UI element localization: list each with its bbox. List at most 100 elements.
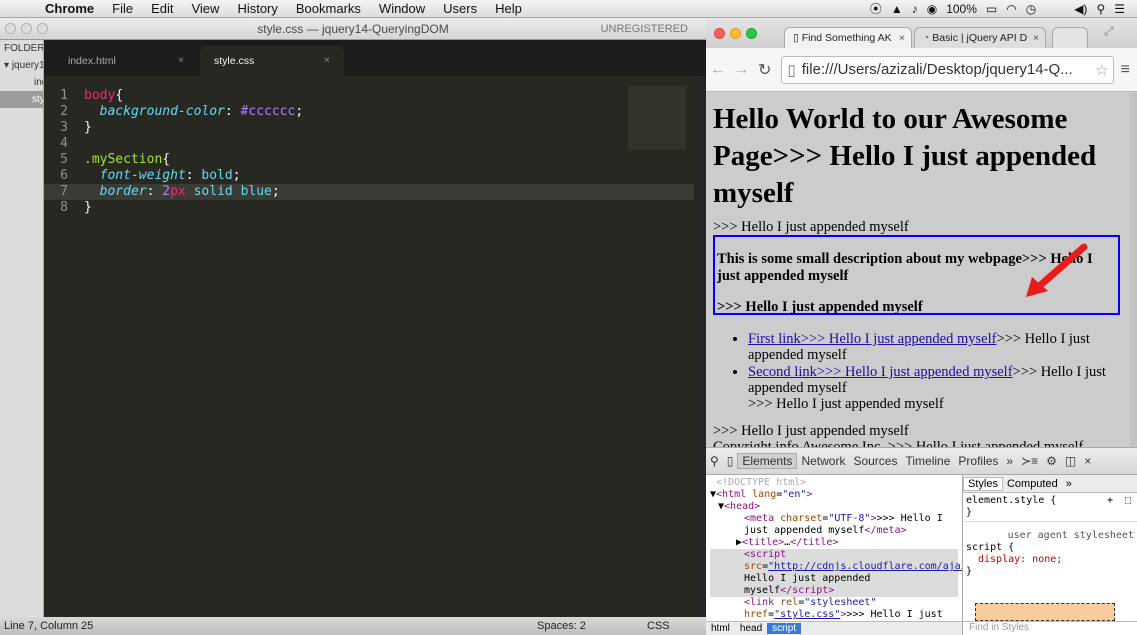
unregistered-label: UNREGISTERED <box>600 22 688 35</box>
toggle-state-icon[interactable]: ⬚ <box>1125 495 1131 507</box>
wifi-icon[interactable]: ◠ <box>1006 2 1016 16</box>
menu-file[interactable]: File <box>103 1 142 16</box>
tab-styles[interactable]: Styles <box>963 476 1003 491</box>
dom-node[interactable]: ▶<title>…</title> <box>710 537 958 549</box>
find-in-styles-input[interactable]: Find in Styles <box>962 621 1137 635</box>
add-rule-icon[interactable]: + <box>1107 495 1113 507</box>
tab-label: style.css <box>214 55 255 67</box>
crumb-script[interactable]: script <box>767 623 802 634</box>
close-tab-icon[interactable]: × <box>1033 32 1039 44</box>
code-editor[interactable]: 1 2 3 4 5 6 7 8 body{ background-color: … <box>44 76 694 617</box>
drive-icon[interactable]: ▲ <box>891 2 903 16</box>
tab-elements[interactable]: Elements <box>737 453 798 469</box>
chrome-menu-icon[interactable]: ≡ <box>1114 61 1137 79</box>
search-icon[interactable]: ⚲ <box>1096 2 1105 16</box>
minimize-window-icon[interactable] <box>730 28 741 39</box>
menu-help[interactable]: Help <box>486 1 531 16</box>
console-drawer-icon[interactable]: ≻≡ <box>1017 454 1042 468</box>
back-icon[interactable]: ← <box>706 61 730 79</box>
menu-history[interactable]: History <box>228 1 286 16</box>
rule-close: } <box>966 566 973 577</box>
sidebar-folder[interactable]: ▾ jquery14-QueryingDOM <box>0 57 43 74</box>
rule-close: } <box>966 507 973 518</box>
dom-node-selected[interactable]: <script src="http://cdnjs.cloudflare.com… <box>710 549 962 597</box>
sidebar-folder-label: jquery14-QueryingDOM <box>11 60 43 71</box>
styles-tabs: Styles Computed » <box>963 475 1137 493</box>
line-number: 7 <box>60 184 68 199</box>
close-tab-icon[interactable]: × <box>178 54 184 66</box>
fullscreen-icon[interactable]: ⤢ <box>1104 24 1114 39</box>
battery-label[interactable]: 100% <box>946 2 977 16</box>
menu-bookmarks[interactable]: Bookmarks <box>287 1 370 16</box>
crumb-head[interactable]: head <box>735 623 767 634</box>
list-icon[interactable]: ☰ <box>1114 2 1125 16</box>
menu-window[interactable]: Window <box>370 1 434 16</box>
sidebar-file-index[interactable]: index.html <box>0 74 43 91</box>
sidebar: FOLDERS ▾ jquery14-QueryingDOM index.htm… <box>0 40 44 617</box>
dock-icon[interactable]: ◫ <box>1061 454 1080 468</box>
tab-sources[interactable]: Sources <box>849 454 901 468</box>
device-mode-icon[interactable]: ▯ <box>723 454 738 468</box>
crumb-html[interactable]: html <box>706 623 735 634</box>
close-tab-icon[interactable]: × <box>324 54 330 66</box>
rule-selector: element.style { <box>966 495 1057 506</box>
volume-icon[interactable]: ◀) <box>1074 2 1087 16</box>
zoom-window-icon[interactable] <box>746 28 757 39</box>
menu-users[interactable]: Users <box>434 1 486 16</box>
tab-style-css[interactable]: style.css × <box>200 46 344 76</box>
forward-icon[interactable]: → <box>730 61 754 79</box>
ua-stylesheet-label: user agent stylesheet <box>1007 530 1134 541</box>
tab-network[interactable]: Network <box>797 454 849 468</box>
list-item: Second link>>> Hello I just appended mys… <box>748 364 1118 412</box>
close-devtools-icon[interactable]: × <box>1080 454 1095 468</box>
chrome-window: ▯ Find Something AK × ◔ Basic | jQuery A… <box>706 18 1137 635</box>
record-icon[interactable]: ⦿ <box>870 0 882 17</box>
gear-icon[interactable]: ⚙ <box>1042 454 1061 468</box>
battery-icon[interactable]: ▭ <box>986 2 997 16</box>
menu-edit[interactable]: Edit <box>142 1 182 16</box>
close-tab-icon[interactable]: × <box>899 32 905 44</box>
menu-chrome[interactable]: Chrome <box>36 1 103 16</box>
reload-icon[interactable]: ↻ <box>753 60 777 80</box>
sync-icon[interactable]: ◉ <box>927 2 937 16</box>
second-link[interactable]: Second link>>> Hello I just appended mys… <box>748 364 1013 380</box>
page-scrollbar[interactable] <box>1130 93 1137 447</box>
line-number: 8 <box>60 200 68 215</box>
link-extra: >>> Hello I just appended myself <box>748 396 944 412</box>
browser-tab-1[interactable]: ▯ Find Something AK × <box>784 27 912 49</box>
dom-node[interactable]: <meta charset="UTF-8">>>> Hello I just a… <box>710 513 958 537</box>
editor-scrollbar[interactable] <box>694 76 706 617</box>
browser-tab-2[interactable]: ◔ Basic | jQuery API D × <box>914 27 1046 49</box>
minimap[interactable] <box>628 86 686 150</box>
clock-icon[interactable]: ◷ <box>1026 2 1036 16</box>
ua-style-rule[interactable]: user agent stylesheet script { display: … <box>963 521 1137 580</box>
tab-computed[interactable]: Computed <box>1003 478 1062 490</box>
tab-timeline[interactable]: Timeline <box>901 454 954 468</box>
dom-tree[interactable]: <!DOCTYPE html> ▼<html lang="en"> ▼<head… <box>706 475 962 621</box>
close-window-icon[interactable] <box>714 28 725 39</box>
dom-node[interactable]: <link rel="stylesheet" href="style.css">… <box>710 597 958 621</box>
sidebar-file-style[interactable]: style.css <box>0 91 43 108</box>
web-page-viewport: Hello World to our Awesome Page>>> Hello… <box>706 93 1130 447</box>
bell-icon[interactable]: ♪ <box>912 2 918 16</box>
element-style-rule[interactable]: element.style { + ⬚ } <box>963 493 1137 521</box>
more-tabs-icon[interactable]: » <box>1002 454 1017 468</box>
dom-node[interactable]: <!DOCTYPE html> <box>710 477 958 489</box>
devtools-toolbar: ⚲ ▯ Elements Network Sources Timeline Pr… <box>706 447 1137 475</box>
chrome-toolbar: ← → ↻ ▯ file:///Users/azizali/Desktop/jq… <box>706 48 1137 92</box>
dom-node[interactable]: ▼<html lang="en"> <box>710 489 958 501</box>
first-link[interactable]: First link>>> Hello I just appended myse… <box>748 331 996 347</box>
tab-profiles[interactable]: Profiles <box>954 454 1002 468</box>
new-tab-button[interactable] <box>1052 27 1088 49</box>
menu-view[interactable]: View <box>182 1 228 16</box>
red-arrow-annotation <box>1026 243 1088 297</box>
line-number: 6 <box>60 168 68 183</box>
tab-index-html[interactable]: index.html × <box>54 46 198 76</box>
dom-node[interactable]: ▼<head> <box>710 501 958 513</box>
address-bar[interactable]: ▯ file:///Users/azizali/Desktop/jquery14… <box>780 55 1114 84</box>
indentation-setting[interactable]: Spaces: 2 <box>537 620 586 632</box>
more-tabs-icon[interactable]: » <box>1062 478 1076 490</box>
syntax-setting[interactable]: CSS <box>647 620 670 632</box>
bookmark-star-icon[interactable]: ☆ <box>1095 61 1108 79</box>
inspect-search-icon[interactable]: ⚲ <box>706 454 723 468</box>
